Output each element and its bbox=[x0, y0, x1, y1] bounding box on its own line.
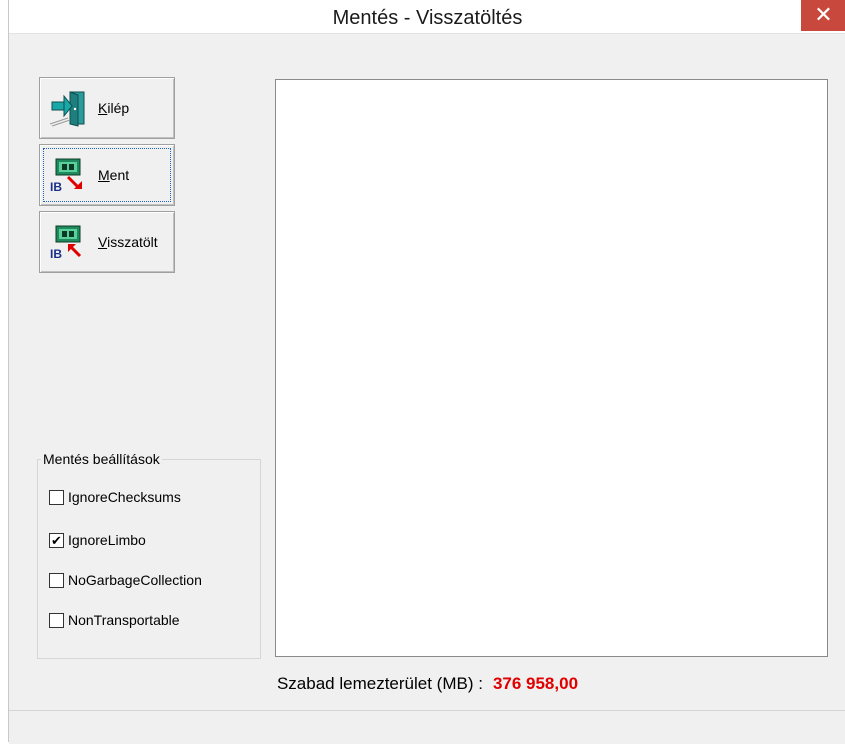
exit-button-label: Kilép bbox=[98, 100, 130, 116]
restore-button-label: Visszatölt bbox=[98, 234, 158, 250]
ignore-checksums-label: IgnoreChecksums bbox=[68, 489, 181, 505]
free-disk-space-label: Szabad lemezterület (MB) : bbox=[276, 674, 483, 693]
no-garbage-collection-label: NoGarbageCollection bbox=[68, 572, 202, 588]
non-transportable-checkbox[interactable] bbox=[49, 612, 64, 628]
non-transportable-option[interactable]: NonTransportable bbox=[49, 610, 180, 630]
title-bar[interactable]: Mentés - Visszatöltés ✕ bbox=[9, 0, 845, 33]
save-button-label: Ment bbox=[98, 167, 130, 183]
ignore-checksums-option[interactable]: IgnoreChecksums bbox=[49, 487, 181, 507]
free-disk-space: Szabad lemezterület (MB) : 376 958,00 bbox=[9, 674, 845, 698]
restore-button[interactable]: IB Visszatölt bbox=[39, 211, 175, 273]
log-output-area[interactable] bbox=[275, 79, 828, 657]
ignore-checksums-checkbox[interactable] bbox=[49, 489, 64, 505]
checkmark-icon: ✔ bbox=[51, 532, 62, 548]
close-icon: ✕ bbox=[814, 2, 833, 27]
ignore-limbo-option[interactable]: ✔ IgnoreLimbo bbox=[49, 530, 146, 550]
non-transportable-label: NonTransportable bbox=[68, 612, 180, 628]
ignore-limbo-checkbox[interactable]: ✔ bbox=[49, 532, 64, 548]
svg-text:IB: IB bbox=[50, 180, 62, 194]
ignore-limbo-label: IgnoreLimbo bbox=[68, 532, 146, 548]
client-area: Kilép IB Ment IB Visszatölt Mentés beáll… bbox=[9, 33, 845, 744]
backup-restore-window: Mentés - Visszatöltés ✕ Kilép IB Ment IB… bbox=[8, 0, 845, 744]
window-title: Mentés - Visszatöltés bbox=[332, 7, 523, 29]
backup-save-icon: IB bbox=[50, 158, 82, 194]
backup-options-legend: Mentés beállítások bbox=[41, 451, 162, 467]
no-garbage-collection-checkbox[interactable] bbox=[49, 572, 64, 588]
svg-text:IB: IB bbox=[50, 247, 62, 261]
exit-door-icon bbox=[49, 91, 85, 127]
close-button[interactable]: ✕ bbox=[801, 0, 845, 31]
restore-icon: IB bbox=[50, 225, 82, 261]
no-garbage-collection-option[interactable]: NoGarbageCollection bbox=[49, 570, 202, 590]
save-button[interactable]: IB Ment bbox=[39, 144, 175, 206]
status-bar bbox=[9, 710, 845, 744]
free-disk-space-value: 376 958,00 bbox=[492, 674, 579, 693]
exit-button[interactable]: Kilép bbox=[39, 77, 175, 139]
